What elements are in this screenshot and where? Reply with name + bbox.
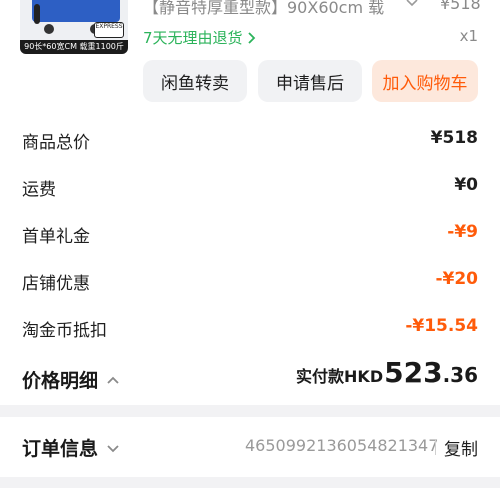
- shipping-value: ¥0: [454, 175, 478, 195]
- add-to-cart-button[interactable]: 加入购物车: [372, 60, 478, 102]
- order-info-label: 订单信息: [22, 438, 99, 460]
- coin-deduction-value: -¥15.54: [405, 316, 478, 336]
- cart-image: [32, 0, 120, 22]
- store-discount-value: -¥20: [435, 269, 478, 289]
- amount-paid-label: 实付款HKD: [296, 367, 384, 386]
- chevron-down-icon[interactable]: [405, 0, 419, 10]
- coin-deduction-label: 淘金币抵扣: [22, 321, 107, 341]
- divider: [435, 439, 436, 455]
- price-detail-label: 价格明细: [22, 370, 99, 392]
- product-price: ¥518: [440, 0, 481, 13]
- chevron-right-icon: [247, 31, 255, 44]
- store-discount-label: 店铺优惠: [22, 274, 90, 294]
- next-card-edge: [0, 488, 500, 500]
- return-policy-label: 7天无理由退货: [143, 29, 243, 47]
- quantity: x1: [459, 27, 478, 45]
- apply-aftersale-button[interactable]: 申请售后: [258, 60, 362, 102]
- order-number: 4650992136054821347: [245, 436, 439, 455]
- amount-paid: 实付款HKD 523 .36: [296, 356, 478, 389]
- thumbnail-caption: 90长*60宽CM 载重1100斤: [20, 40, 128, 54]
- resell-button[interactable]: 闲鱼转卖: [143, 60, 247, 102]
- chevron-down-icon: [107, 444, 119, 452]
- order-info-toggle[interactable]: 订单信息: [22, 434, 120, 461]
- cart-handle-graphic: [34, 4, 40, 24]
- chevron-up-icon: [107, 376, 119, 384]
- shipping-label: 运费: [22, 180, 56, 200]
- express-badge: EXPRESS: [94, 22, 124, 38]
- subtotal-label: 商品总价: [22, 133, 90, 153]
- amount-paid-integer: 523: [384, 356, 443, 389]
- wheel-graphic: [44, 24, 54, 34]
- subtotal-value: ¥518: [430, 128, 478, 148]
- amount-paid-decimal: .36: [442, 363, 478, 387]
- copy-order-number-button[interactable]: 复制: [444, 435, 478, 460]
- return-policy-link[interactable]: 7天无理由退货: [143, 27, 257, 48]
- product-title[interactable]: 【静音特厚重型款】90X60cm 载: [143, 0, 405, 18]
- product-thumbnail[interactable]: EXPRESS 90长*60宽CM 载重1100斤: [20, 0, 128, 54]
- price-detail-toggle[interactable]: 价格明细: [22, 366, 120, 393]
- first-order-bonus-label: 首单礼金: [22, 227, 90, 247]
- first-order-bonus-value: -¥9: [447, 222, 478, 242]
